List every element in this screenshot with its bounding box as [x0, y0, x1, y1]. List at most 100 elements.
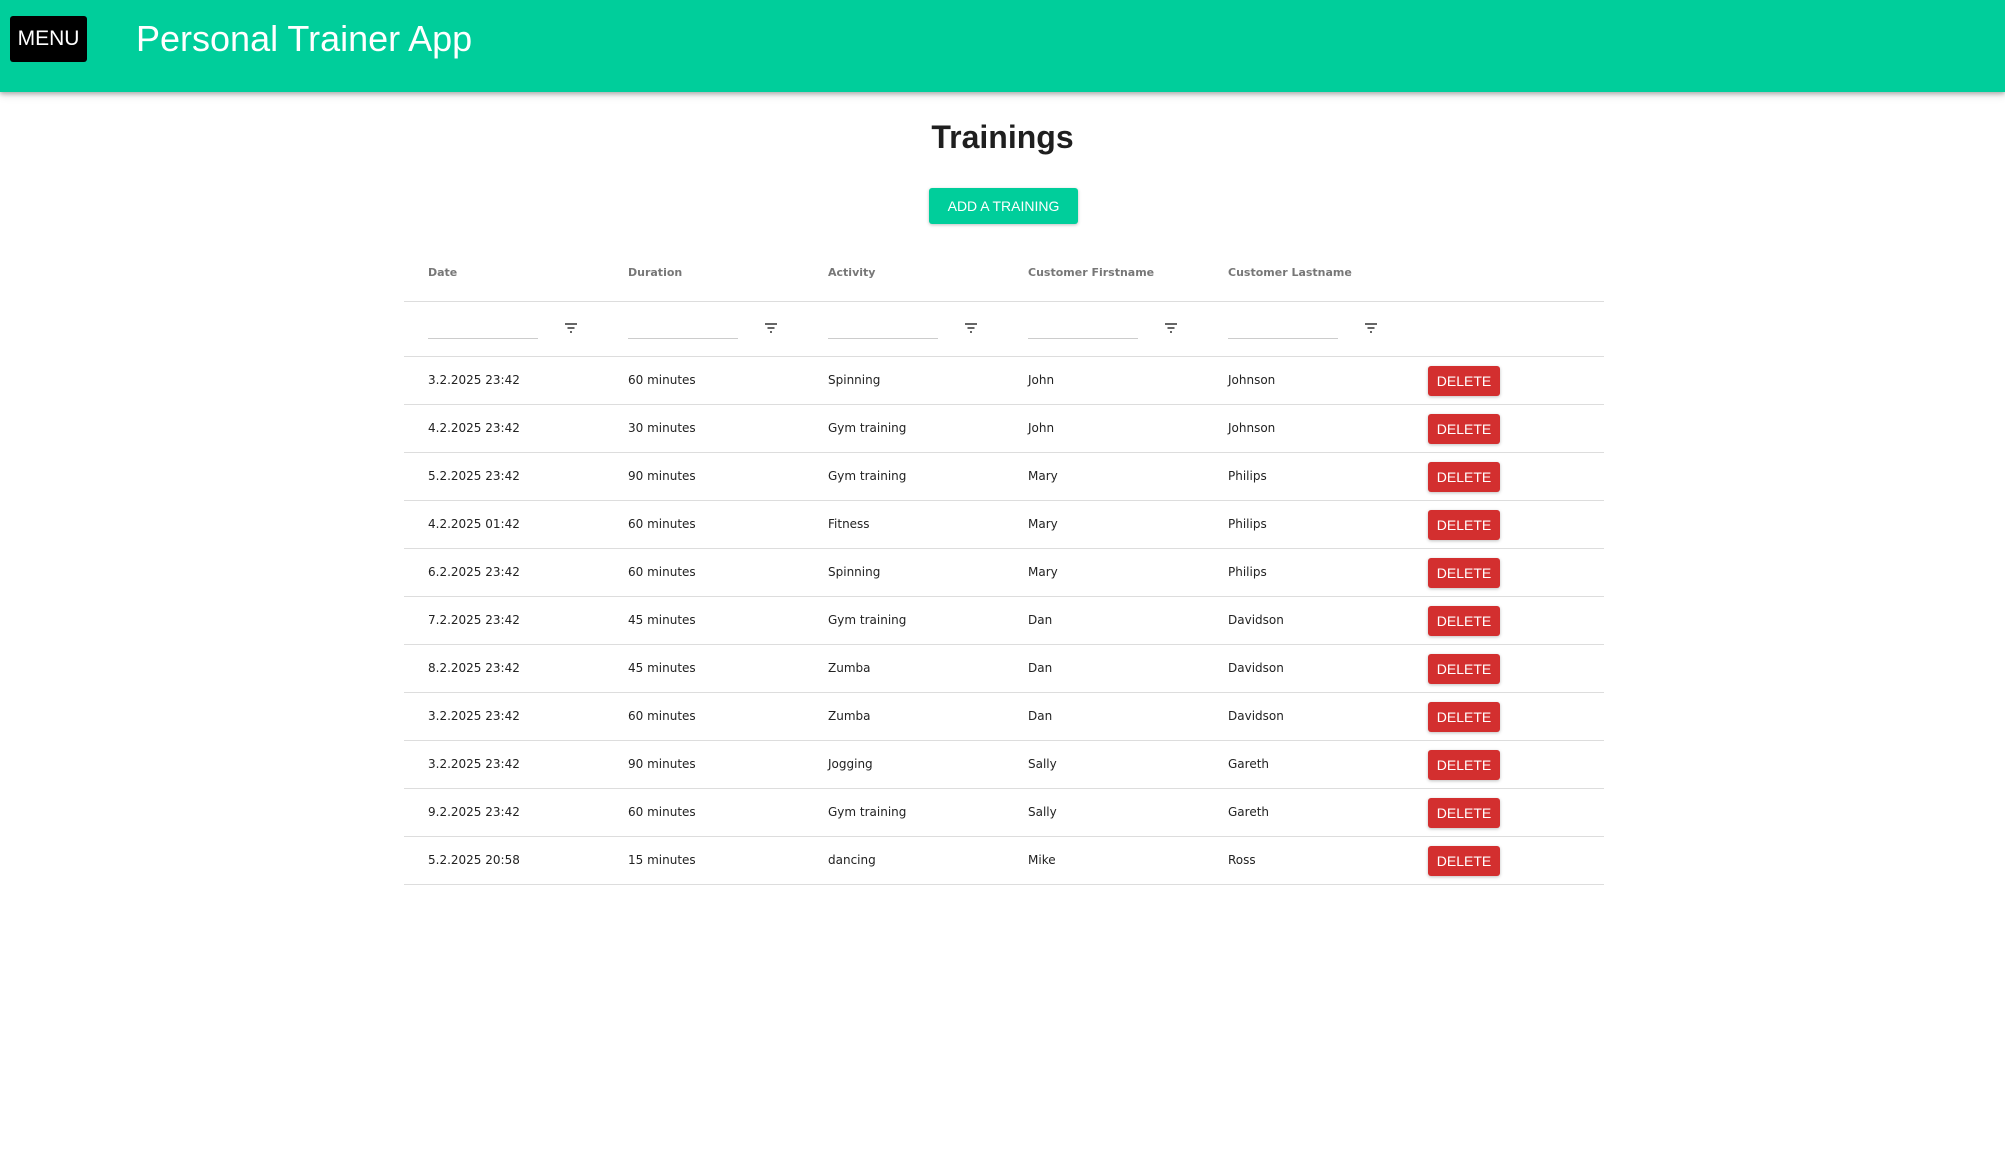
cell-duration: 60 minutes [628, 565, 696, 579]
cell-lastname: Philips [1228, 469, 1267, 483]
column-header-customer-firstname[interactable]: Customer Firstname [1028, 266, 1154, 279]
firstname-filter-input[interactable] [1028, 312, 1138, 339]
cell-firstname: Dan [1028, 661, 1053, 675]
app-bar: MENU Personal Trainer App [0, 0, 2005, 92]
cell-duration: 60 minutes [628, 709, 696, 723]
cell-firstname: Mary [1028, 469, 1058, 483]
date-filter-input[interactable] [428, 312, 538, 339]
table-header-row: Date Duration Activity Customer Firstnam… [404, 247, 1604, 302]
cell-lastname: Philips [1228, 565, 1267, 579]
column-header-activity[interactable]: Activity [828, 266, 875, 279]
add-training-button[interactable]: ADD A TRAINING [929, 188, 1078, 224]
table-row: 7.2.2025 23:42 45 minutes Gym training D… [404, 597, 1604, 645]
cell-duration: 30 minutes [628, 421, 696, 435]
cell-lastname: Gareth [1228, 757, 1270, 771]
filter-icon[interactable] [764, 322, 778, 334]
cell-duration: 90 minutes [628, 469, 696, 483]
cell-activity: Spinning [828, 565, 881, 579]
cell-firstname: Mary [1028, 517, 1058, 531]
filter-icon[interactable] [964, 322, 978, 334]
filter-icon[interactable] [564, 322, 578, 334]
cell-date: 6.2.2025 23:42 [428, 565, 520, 579]
column-header-customer-lastname[interactable]: Customer Lastname [1228, 266, 1352, 279]
cell-lastname: Gareth [1228, 805, 1270, 819]
cell-duration: 60 minutes [628, 373, 696, 387]
cell-activity: Jogging [828, 757, 873, 771]
cell-firstname: John [1028, 421, 1055, 435]
cell-activity: Gym training [828, 805, 907, 819]
column-header-date[interactable]: Date [428, 266, 457, 279]
table-row: 3.2.2025 23:42 60 minutes Spinning John … [404, 357, 1604, 405]
cell-duration: 15 minutes [628, 853, 696, 867]
cell-lastname: Ross [1228, 853, 1256, 867]
table-row: 5.2.2025 23:42 90 minutes Gym training M… [404, 453, 1604, 501]
cell-activity: Fitness [828, 517, 870, 531]
cell-activity: Gym training [828, 421, 907, 435]
delete-button[interactable]: DELETE [1428, 846, 1500, 876]
cell-lastname: Johnson [1228, 421, 1276, 435]
cell-date: 3.2.2025 23:42 [428, 757, 520, 771]
cell-activity: Zumba [828, 661, 871, 675]
cell-duration: 45 minutes [628, 661, 696, 675]
cell-duration: 90 minutes [628, 757, 696, 771]
cell-lastname: Davidson [1228, 661, 1284, 675]
cell-firstname: Mike [1028, 853, 1056, 867]
cell-duration: 60 minutes [628, 517, 696, 531]
filter-icon[interactable] [1164, 322, 1178, 334]
delete-button[interactable]: DELETE [1428, 558, 1500, 588]
delete-button[interactable]: DELETE [1428, 366, 1500, 396]
table-row: 5.2.2025 20:58 15 minutes dancing Mike R… [404, 837, 1604, 885]
cell-firstname: Dan [1028, 613, 1053, 627]
cell-firstname: Mary [1028, 565, 1058, 579]
table-row: 4.2.2025 23:42 30 minutes Gym training J… [404, 405, 1604, 453]
filter-row [404, 302, 1604, 357]
cell-activity: Zumba [828, 709, 871, 723]
delete-button[interactable]: DELETE [1428, 798, 1500, 828]
app-title: Personal Trainer App [136, 18, 473, 59]
delete-button[interactable]: DELETE [1428, 702, 1500, 732]
cell-firstname: John [1028, 373, 1055, 387]
cell-date: 4.2.2025 23:42 [428, 421, 520, 435]
delete-button[interactable]: DELETE [1428, 510, 1500, 540]
menu-button[interactable]: MENU [10, 16, 87, 62]
delete-button[interactable]: DELETE [1428, 414, 1500, 444]
table-row: 3.2.2025 23:42 60 minutes Zumba Dan Davi… [404, 693, 1604, 741]
page-title: Trainings [931, 119, 1074, 155]
delete-button[interactable]: DELETE [1428, 654, 1500, 684]
cell-duration: 60 minutes [628, 805, 696, 819]
cell-date: 5.2.2025 23:42 [428, 469, 520, 483]
table-row: 8.2.2025 23:42 45 minutes Zumba Dan Davi… [404, 645, 1604, 693]
cell-date: 4.2.2025 01:42 [428, 517, 520, 531]
cell-activity: Gym training [828, 469, 907, 483]
cell-firstname: Sally [1028, 805, 1057, 819]
cell-firstname: Sally [1028, 757, 1057, 771]
column-header-duration[interactable]: Duration [628, 266, 682, 279]
cell-activity: Spinning [828, 373, 881, 387]
cell-date: 7.2.2025 23:42 [428, 613, 520, 627]
cell-duration: 45 minutes [628, 613, 696, 627]
activity-filter-input[interactable] [828, 312, 938, 339]
cell-date: 5.2.2025 20:58 [428, 853, 520, 867]
lastname-filter-input[interactable] [1228, 312, 1338, 339]
cell-date: 3.2.2025 23:42 [428, 709, 520, 723]
table-row: 3.2.2025 23:42 90 minutes Jogging Sally … [404, 741, 1604, 789]
table-row: 4.2.2025 01:42 60 minutes Fitness Mary P… [404, 501, 1604, 549]
trainings-table: Date Duration Activity Customer Firstnam… [404, 247, 1604, 885]
duration-filter-input[interactable] [628, 312, 738, 339]
delete-button[interactable]: DELETE [1428, 462, 1500, 492]
delete-button[interactable]: DELETE [1428, 750, 1500, 780]
delete-button[interactable]: DELETE [1428, 606, 1500, 636]
cell-date: 8.2.2025 23:42 [428, 661, 520, 675]
cell-lastname: Davidson [1228, 613, 1284, 627]
cell-activity: dancing [828, 853, 876, 867]
cell-date: 9.2.2025 23:42 [428, 805, 520, 819]
cell-lastname: Philips [1228, 517, 1267, 531]
cell-date: 3.2.2025 23:42 [428, 373, 520, 387]
cell-lastname: Davidson [1228, 709, 1284, 723]
filter-icon[interactable] [1364, 322, 1378, 334]
table-row: 9.2.2025 23:42 60 minutes Gym training S… [404, 789, 1604, 837]
cell-activity: Gym training [828, 613, 907, 627]
cell-firstname: Dan [1028, 709, 1053, 723]
cell-lastname: Johnson [1228, 373, 1276, 387]
table-row: 6.2.2025 23:42 60 minutes Spinning Mary … [404, 549, 1604, 597]
